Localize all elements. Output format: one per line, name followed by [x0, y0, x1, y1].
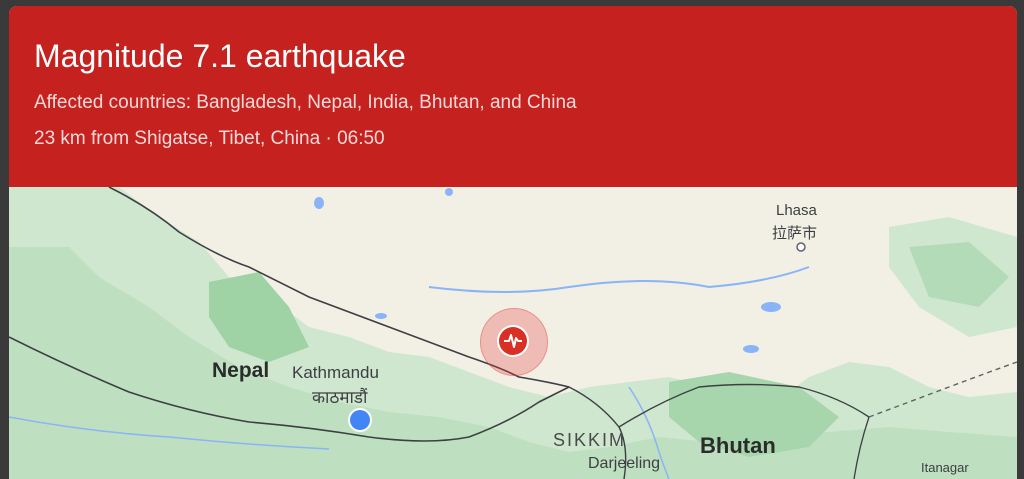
- current-location-dot: [350, 410, 370, 430]
- map-label-kathmandu-native: काठमाडौं: [312, 388, 368, 407]
- earthquake-seismograph-icon: [504, 334, 522, 348]
- map-label-sikkim: SIKKIM: [553, 430, 627, 450]
- map-view[interactable]: Nepal Kathmandu काठमाडौं Lhasa 拉萨市 SIKKI…: [9, 187, 1017, 479]
- alert-title: Magnitude 7.1 earthquake: [34, 38, 406, 74]
- map-label-nepal: Nepal: [212, 359, 270, 382]
- epicenter-marker[interactable]: [499, 327, 527, 355]
- map-label-lhasa: Lhasa: [776, 202, 817, 219]
- map-label-lhasa-native: 拉萨市: [772, 225, 818, 242]
- alert-banner: Magnitude 7.1 earthquake Affected countr…: [9, 6, 1017, 187]
- map-label-bhutan: Bhutan: [700, 433, 776, 458]
- location-time: 23 km from Shigatse, Tibet, China · 06:5…: [34, 128, 385, 149]
- map-label-darjeeling: Darjeeling: [588, 455, 661, 472]
- earthquake-alert-card[interactable]: Magnitude 7.1 earthquake Affected countr…: [9, 6, 1017, 479]
- map-label-kathmandu: Kathmandu: [292, 363, 379, 382]
- map-label-itanagar: Itanagar: [921, 460, 969, 475]
- affected-countries: Affected countries: Bangladesh, Nepal, I…: [34, 92, 577, 113]
